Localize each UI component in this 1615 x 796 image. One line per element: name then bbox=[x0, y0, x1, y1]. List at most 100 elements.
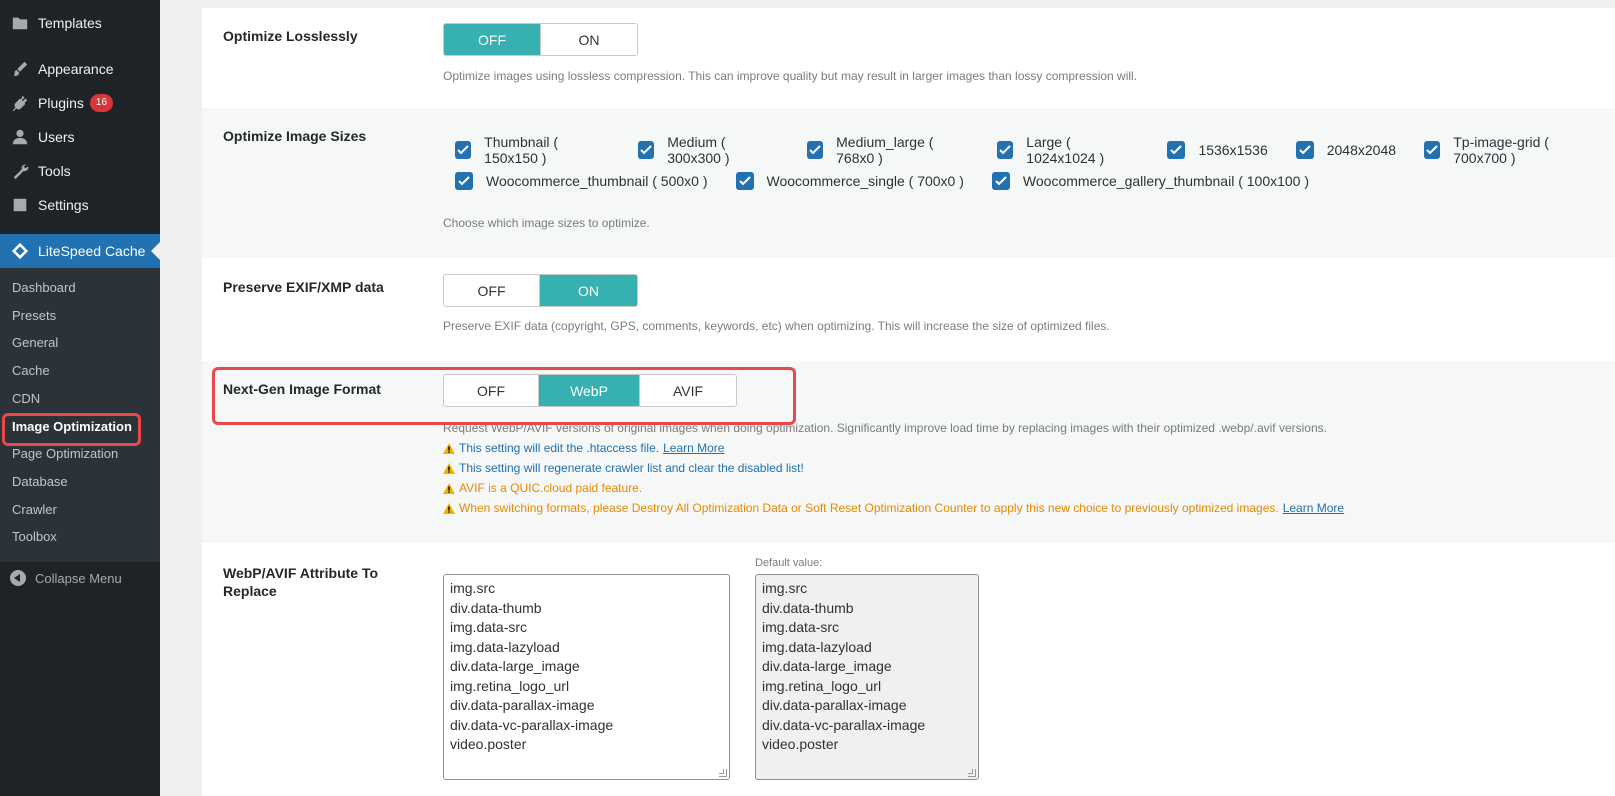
exif-toggle[interactable]: OFF ON bbox=[443, 274, 638, 307]
textarea-line: div.data-vc-parallax-image bbox=[762, 716, 926, 733]
collapse-icon bbox=[10, 570, 26, 586]
warning-icon bbox=[443, 502, 455, 514]
textarea-line: div.data-large_image bbox=[450, 658, 580, 674]
sidebar-item-templates[interactable]: Templates bbox=[0, 6, 160, 40]
note-text: When switching formats, please Destroy A… bbox=[459, 501, 1279, 515]
submenu-item-cdn[interactable]: CDN bbox=[12, 389, 40, 409]
textarea-line: div.data-vc-parallax-image bbox=[450, 716, 614, 733]
textarea-line: div.data-parallax-image bbox=[450, 697, 595, 713]
textarea-line: div.data-thumb bbox=[762, 599, 854, 616]
image-size-checkboxes-row2: Woocommerce_thumbnail ( 500x0 ) Woocomme… bbox=[443, 172, 1325, 190]
sidebar-item-plugins[interactable]: Plugins 16 bbox=[0, 86, 160, 120]
checkmark-icon bbox=[1167, 141, 1186, 159]
checkmark-icon bbox=[455, 141, 472, 159]
checkbox-1536x1536[interactable]: 1536x1536 bbox=[1155, 141, 1268, 159]
sidebar-item-label: LiteSpeed Cache bbox=[38, 243, 146, 259]
learn-more-link[interactable]: Learn More bbox=[1283, 500, 1344, 516]
textarea-line: img.retina_logo_url bbox=[762, 677, 882, 694]
settings-content: Optimize Losslessly OFF ON Optimize imag… bbox=[202, 0, 1615, 796]
checkbox-woocommerce-gallery-thumbnail[interactable]: Woocommerce_gallery_thumbnail ( 100x100 … bbox=[980, 172, 1309, 190]
sidebar-item-label: Plugins bbox=[38, 95, 84, 111]
setting-description: Optimize images using lossless compressi… bbox=[443, 69, 1138, 83]
checkbox-label: 2048x2048 bbox=[1326, 142, 1397, 158]
textarea-line: img.retina_logo_url bbox=[450, 677, 570, 694]
settings-icon bbox=[10, 195, 30, 215]
sidebar-item-users[interactable]: Users bbox=[0, 120, 160, 154]
setting-label: Optimize Losslessly bbox=[223, 28, 358, 44]
lossless-off-option[interactable]: OFF bbox=[444, 24, 541, 55]
paintbrush-icon bbox=[10, 59, 30, 79]
submenu-item-toolbox[interactable]: Toolbox bbox=[12, 527, 57, 547]
note-text: AVIF is a QUIC.cloud paid feature. bbox=[459, 481, 643, 495]
textarea-line: img.data-lazyload bbox=[450, 638, 560, 655]
lossless-toggle[interactable]: OFF ON bbox=[443, 23, 638, 56]
checkbox-thumbnail[interactable]: Thumbnail ( 150x150 ) bbox=[443, 134, 610, 166]
submenu-item-dashboard[interactable]: Dashboard bbox=[12, 278, 76, 298]
collapse-menu-label: Collapse Menu bbox=[35, 570, 122, 586]
checkbox-label: Large ( 1024x1024 ) bbox=[1026, 134, 1105, 166]
collapse-menu-button[interactable]: Collapse Menu bbox=[10, 570, 122, 586]
resize-grip-icon[interactable] bbox=[968, 769, 976, 777]
sidebar-item-tools[interactable]: Tools bbox=[0, 154, 160, 188]
textarea-line: img.data-src bbox=[762, 619, 840, 635]
checkmark-icon bbox=[735, 172, 754, 190]
checkbox-label: Medium_large ( 768x0 ) bbox=[836, 134, 934, 166]
submenu-item-page-optimization[interactable]: Page Optimization bbox=[12, 444, 118, 464]
sidebar-item-label: Tools bbox=[38, 163, 71, 179]
checkmark-icon bbox=[997, 141, 1014, 159]
image-size-checkboxes-row1: Thumbnail ( 150x150 ) Medium ( 300x300 )… bbox=[443, 134, 1615, 166]
submenu-item-cache[interactable]: Cache bbox=[12, 361, 50, 381]
attr-replace-default-textarea: img.src div.data-thumb img.data-src img.… bbox=[755, 574, 979, 780]
submenu-item-general[interactable]: General bbox=[12, 333, 58, 353]
textarea-line: video.poster bbox=[450, 736, 527, 752]
resize-grip-icon[interactable] bbox=[719, 769, 727, 777]
checkmark-icon bbox=[991, 172, 1010, 190]
submenu-item-crawler[interactable]: Crawler bbox=[12, 500, 57, 520]
textarea-line: img.src bbox=[450, 580, 496, 596]
learn-more-link[interactable]: Learn More bbox=[663, 440, 724, 456]
sidebar-item-settings[interactable]: Settings bbox=[0, 188, 160, 222]
plug-icon bbox=[10, 93, 30, 113]
setting-label: WebP/AVIF Attribute To Replace bbox=[223, 565, 379, 599]
checkbox-label: Woocommerce_thumbnail ( 500x0 ) bbox=[486, 173, 708, 189]
exif-on-option[interactable]: ON bbox=[540, 275, 637, 306]
attr-replace-textarea[interactable]: img.src div.data-thumb img.data-src img.… bbox=[443, 574, 730, 780]
checkbox-woocommerce-single[interactable]: Woocommerce_single ( 700x0 ) bbox=[724, 172, 964, 190]
sidebar-item-label: Appearance bbox=[38, 61, 114, 77]
litespeed-icon bbox=[10, 241, 30, 261]
sidebar-item-label: Users bbox=[38, 129, 75, 145]
textarea-line: img.src bbox=[762, 580, 808, 596]
exif-off-option[interactable]: OFF bbox=[444, 275, 540, 306]
textarea-line: div.data-thumb bbox=[450, 599, 542, 616]
setting-label: Preserve EXIF/XMP data bbox=[223, 279, 384, 295]
avif-paid-note: AVIF is a QUIC.cloud paid feature. bbox=[443, 480, 642, 496]
checkbox-tp-image-grid[interactable]: Tp-image-grid ( 700x700 ) bbox=[1412, 134, 1599, 166]
checkbox-large[interactable]: Large ( 1024x1024 ) bbox=[985, 134, 1139, 166]
sidebar-item-label: Settings bbox=[38, 197, 89, 213]
sidebar-item-appearance[interactable]: Appearance bbox=[0, 52, 160, 86]
note-text: This setting will regenerate crawler lis… bbox=[459, 461, 804, 475]
wrench-icon bbox=[10, 161, 30, 181]
active-menu-arrow bbox=[151, 242, 160, 260]
submenu-item-presets[interactable]: Presets bbox=[12, 306, 56, 326]
checkbox-label: Medium ( 300x300 ) bbox=[667, 134, 730, 166]
checkbox-label: 1536x1536 bbox=[1198, 142, 1268, 158]
highlight-box-image-optimization bbox=[2, 413, 141, 446]
checkbox-medium[interactable]: Medium ( 300x300 ) bbox=[626, 134, 779, 166]
sidebar-item-litespeed-cache[interactable]: LiteSpeed Cache bbox=[0, 234, 160, 268]
checkmark-icon bbox=[638, 141, 655, 159]
checkbox-label: Woocommerce_single ( 700x0 ) bbox=[766, 173, 964, 189]
checkbox-woocommerce-thumbnail[interactable]: Woocommerce_thumbnail ( 500x0 ) bbox=[443, 172, 708, 190]
folder-icon bbox=[10, 13, 30, 33]
checkbox-2048x2048[interactable]: 2048x2048 bbox=[1284, 141, 1396, 159]
lossless-on-option[interactable]: ON bbox=[541, 24, 637, 55]
textarea-line: img.data-src bbox=[450, 619, 528, 635]
checkbox-medium-large[interactable]: Medium_large ( 768x0 ) bbox=[795, 134, 969, 166]
default-value-label: Default value: bbox=[755, 557, 823, 569]
htaccess-warning-note: This setting will edit the .htaccess fil… bbox=[443, 440, 724, 456]
plugins-update-badge: 16 bbox=[89, 94, 114, 112]
textarea-line: img.data-lazyload bbox=[762, 638, 872, 655]
warning-icon bbox=[443, 482, 455, 494]
submenu-item-database[interactable]: Database bbox=[12, 472, 68, 492]
setting-description: Preserve EXIF data (copyright, GPS, comm… bbox=[443, 319, 1110, 333]
